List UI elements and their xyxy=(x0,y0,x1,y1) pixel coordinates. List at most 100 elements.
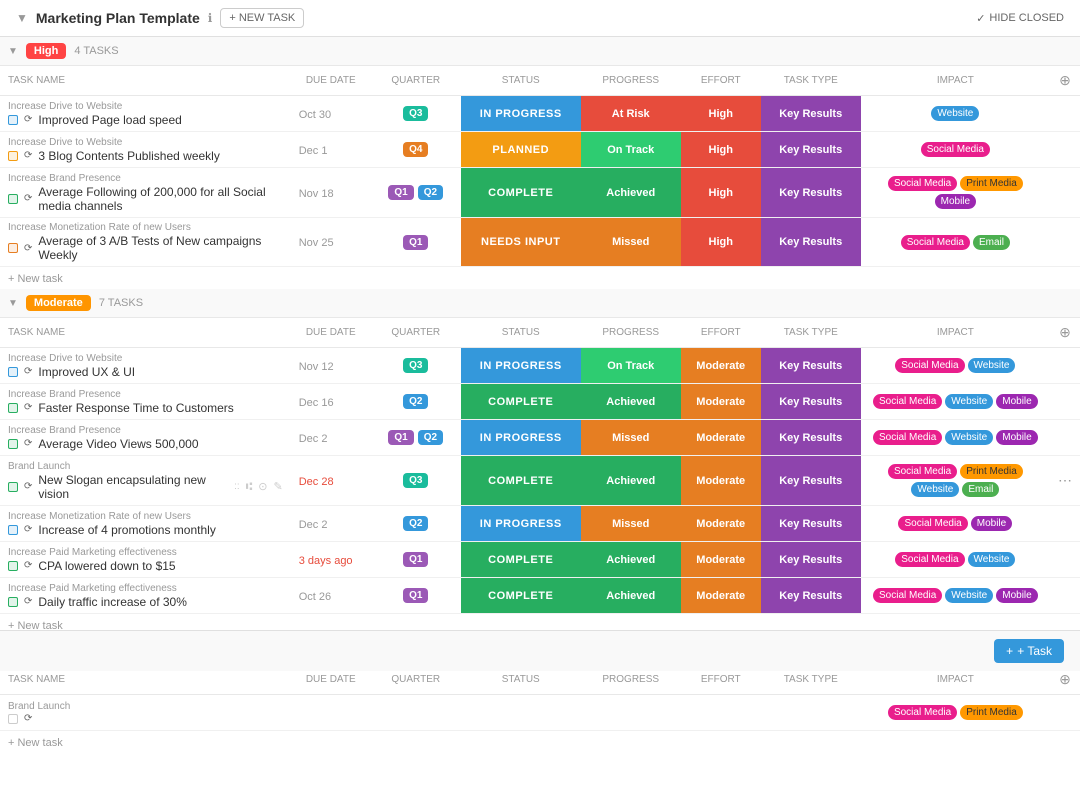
due-date-cell: Dec 2 xyxy=(291,506,371,542)
checkmark-icon: ✓ xyxy=(976,12,985,25)
collapse-icon-moderate[interactable]: ▼ xyxy=(8,298,18,309)
add-column-icon[interactable]: ⊕ xyxy=(1059,72,1071,88)
add-column-icon[interactable]: ⊕ xyxy=(1059,324,1071,340)
due-date-label: Nov 18 xyxy=(299,188,334,200)
due-date-label: Nov 25 xyxy=(299,237,334,249)
more-cell xyxy=(1050,168,1080,218)
col-header-impact: IMPACT xyxy=(861,318,1050,348)
branch-icon[interactable]: ⑆ xyxy=(246,481,253,493)
task-name-label: Daily traffic increase of 30% xyxy=(38,595,187,609)
impact-cell: Website xyxy=(861,96,1050,132)
edit-icon[interactable]: ✎ xyxy=(274,480,283,493)
collapse-icon-high[interactable]: ▼ xyxy=(8,46,18,57)
task-checkbox[interactable] xyxy=(8,525,18,535)
impact-tag: Email xyxy=(962,482,999,497)
task-name-cell: Increase Brand Presence ⟳ Faster Respons… xyxy=(0,384,291,420)
table-row: Increase Paid Marketing effectiveness ⟳ … xyxy=(0,542,1080,578)
impact-tag: Social Media xyxy=(873,430,942,445)
table-row: Increase Monetization Rate of new Users … xyxy=(0,506,1080,542)
task-checkbox[interactable] xyxy=(8,151,18,161)
info-icon[interactable]: ℹ xyxy=(208,11,213,25)
status-cell: IN PROGRESS xyxy=(461,348,581,384)
status-badge: COMPLETE xyxy=(461,168,581,217)
progress-cell: Achieved xyxy=(581,456,681,506)
effort-cell: Moderate xyxy=(681,348,761,384)
more-options-icon[interactable]: ⋯ xyxy=(1058,472,1072,488)
task-type-cell: Key Results xyxy=(761,542,861,578)
impact-tag: Website xyxy=(945,394,993,409)
task-type-icon: ⟳ xyxy=(24,713,32,724)
task-type-badge: Key Results xyxy=(761,168,861,217)
col-header-task-name: TASK NAME xyxy=(0,318,291,348)
impact-tag: Mobile xyxy=(996,430,1037,445)
progress-cell: Missed xyxy=(581,218,681,267)
progress-badge: Achieved xyxy=(581,168,681,217)
new-task-button[interactable]: + NEW TASK xyxy=(220,8,304,28)
col-header-task-type: TASK TYPE xyxy=(761,66,861,96)
new-task-link[interactable]: + New task xyxy=(8,273,63,285)
hide-closed-button[interactable]: ✓ HIDE CLOSED xyxy=(976,12,1064,25)
due-date-cell: Oct 26 xyxy=(291,578,371,614)
task-checkbox[interactable] xyxy=(8,115,18,125)
task-checkbox[interactable] xyxy=(8,194,18,204)
progress-cell: Missed xyxy=(581,506,681,542)
col-header-due-date: DUE DATE xyxy=(291,318,371,348)
col-header-effort: EFFORT xyxy=(681,318,761,348)
due-date-cell: Nov 18 xyxy=(291,168,371,218)
link-icon[interactable]: ⊙ xyxy=(258,480,267,493)
due-date-label: Oct 26 xyxy=(299,591,331,603)
impact-tag: Mobile xyxy=(971,516,1012,531)
due-date-cell: Dec 28 xyxy=(291,456,371,506)
task-checkbox[interactable] xyxy=(8,439,18,449)
impact-tag: Social Media xyxy=(873,588,942,603)
quarter-cell: Q2 xyxy=(371,506,461,542)
col-header-add: ⊕ xyxy=(1050,318,1080,348)
new-task-link[interactable]: + New task xyxy=(8,737,63,749)
quarter-cell: Q3 xyxy=(371,456,461,506)
progress-badge: Missed xyxy=(581,506,681,541)
task-name-cell: Increase Paid Marketing effectiveness ⟳ … xyxy=(0,542,291,578)
impact-tag: Website xyxy=(945,430,993,445)
effort-cell: High xyxy=(681,168,761,218)
drag-handle[interactable]: :: xyxy=(234,481,240,492)
status-badge: COMPLETE xyxy=(461,384,581,419)
add-task-button[interactable]: + + Task xyxy=(994,639,1064,663)
impact-tag: Print Media xyxy=(960,705,1023,720)
task-checkbox[interactable] xyxy=(8,714,18,724)
impact-tag: Website xyxy=(968,358,1016,373)
task-type-icon: ⟳ xyxy=(24,193,32,204)
quarter-badge: Q2 xyxy=(418,185,443,200)
effort-cell: Moderate xyxy=(681,578,761,614)
quarter-cell xyxy=(371,695,461,731)
quarter-badge: Q3 xyxy=(403,358,428,373)
task-checkbox[interactable] xyxy=(8,403,18,413)
progress-cell xyxy=(581,695,681,731)
task-name-cell: Increase Paid Marketing effectiveness ⟳ … xyxy=(0,578,291,614)
impact-cell: Social Media xyxy=(861,132,1050,168)
add-column-icon[interactable]: ⊕ xyxy=(1059,671,1071,687)
group-header-high: ▼ High 4 TASKS xyxy=(0,37,1080,66)
more-cell xyxy=(1050,132,1080,168)
col-header-progress: PROGRESS xyxy=(581,66,681,96)
task-checkbox[interactable] xyxy=(8,597,18,607)
task-type-icon: ⟳ xyxy=(24,524,32,535)
app-header: ▼ Marketing Plan Template ℹ + NEW TASK ✓… xyxy=(0,0,1080,37)
progress-badge: Missed xyxy=(581,218,681,266)
impact-tag: Social Media xyxy=(888,464,957,479)
impact-tag: Mobile xyxy=(935,194,976,209)
task-checkbox[interactable] xyxy=(8,367,18,377)
task-parent-label: Increase Paid Marketing effectiveness xyxy=(8,583,283,594)
progress-cell: On Track xyxy=(581,348,681,384)
task-name-cell: Brand Launch ⟳ xyxy=(0,695,291,731)
more-cell xyxy=(1050,506,1080,542)
task-name-cell: Increase Brand Presence ⟳ Average Follow… xyxy=(0,168,291,218)
table-row: Brand Launch ⟳ New Slogan encapsulating … xyxy=(0,456,1080,506)
collapse-header-icon[interactable]: ▼ xyxy=(16,11,28,25)
task-checkbox[interactable] xyxy=(8,561,18,571)
task-checkbox[interactable] xyxy=(8,243,18,253)
priority-badge-moderate: Moderate xyxy=(26,295,91,311)
task-type-badge: Key Results xyxy=(761,506,861,541)
task-checkbox[interactable] xyxy=(8,482,18,492)
task-count-high: 4 TASKS xyxy=(74,45,118,57)
col-header-effort: EFFORT xyxy=(681,66,761,96)
